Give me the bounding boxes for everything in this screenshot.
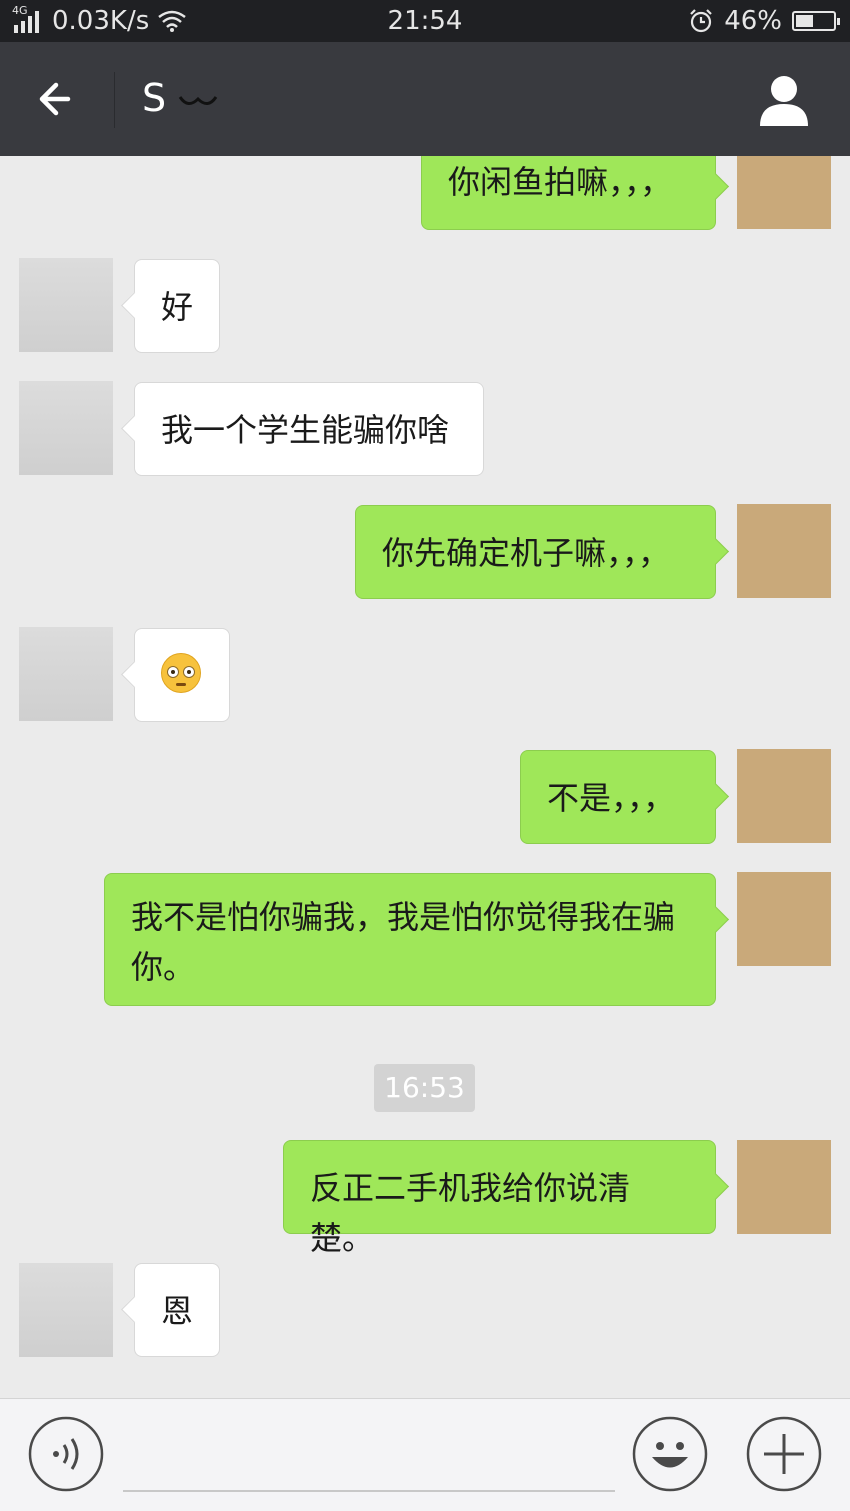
message-bubble-outgoing[interactable]: 你先确定机子嘛，，，	[355, 505, 716, 599]
self-avatar[interactable]	[737, 872, 831, 966]
message-text: 好	[161, 288, 194, 326]
message-text: 不是，，，	[547, 779, 676, 817]
contact-name: S	[142, 76, 167, 120]
smiley-icon[interactable]	[632, 1416, 708, 1492]
self-avatar[interactable]	[737, 156, 831, 229]
self-avatar[interactable]	[737, 749, 831, 843]
message-bubble-incoming[interactable]: 我一个学生能骗你啥	[134, 382, 484, 476]
person-icon[interactable]	[756, 72, 812, 128]
header-divider	[114, 72, 115, 128]
battery-percent: 46%	[724, 6, 782, 36]
message-bubble-outgoing[interactable]: 反正二手机我给你说清楚。	[283, 1140, 716, 1257]
status-bar: 4G 0.03K/s 21:54 46%	[0, 0, 850, 42]
message-text-line1: 我不是怕你骗我，我是怕你觉得我在骗	[131, 898, 676, 936]
battery-icon	[792, 11, 840, 31]
message-bubble-outgoing[interactable]: 我不是怕你骗我，我是怕你觉得我在骗 你。	[104, 873, 716, 1006]
self-avatar[interactable]	[737, 504, 831, 598]
arrow-left-icon[interactable]	[28, 70, 86, 128]
flushed-face-emoji	[161, 653, 201, 693]
plus-icon[interactable]	[746, 1416, 822, 1492]
alarm-icon	[690, 9, 712, 33]
message-text: 你先确定机子嘛，，，	[382, 534, 671, 572]
contact-avatar[interactable]	[19, 381, 113, 475]
contact-avatar[interactable]	[19, 627, 113, 721]
message-bubble-incoming[interactable]: 恩	[134, 1263, 220, 1357]
self-avatar[interactable]	[737, 1140, 831, 1234]
message-text: 反正二手机我给你说清楚。	[310, 1169, 631, 1257]
input-bar	[0, 1398, 850, 1511]
chat-title: S	[142, 76, 218, 120]
message-bubble-incoming[interactable]	[134, 628, 230, 722]
voice-icon[interactable]	[28, 1416, 104, 1492]
message-bubble-outgoing[interactable]: 不是，，，	[520, 750, 716, 844]
message-list[interactable]: 你闲鱼拍嘛，，， 好 我一个学生能骗你啥 你先确定机子嘛，，， 不是，，， 我不…	[0, 156, 850, 1398]
message-text: 我一个学生能骗你啥	[161, 411, 450, 449]
moustache-icon	[178, 96, 218, 105]
chat-header: S	[0, 42, 850, 156]
message-input[interactable]	[123, 1490, 615, 1492]
message-bubble-outgoing[interactable]: 你闲鱼拍嘛，，，	[421, 156, 716, 230]
message-bubble-incoming[interactable]: 好	[134, 259, 220, 353]
contact-avatar[interactable]	[19, 1263, 113, 1357]
message-text: 恩	[161, 1292, 194, 1330]
message-text-line2: 你。	[131, 948, 196, 986]
contact-avatar[interactable]	[19, 258, 113, 352]
message-text: 你闲鱼拍嘛，，，	[448, 163, 673, 201]
timestamp-pill: 16:53	[374, 1064, 475, 1112]
